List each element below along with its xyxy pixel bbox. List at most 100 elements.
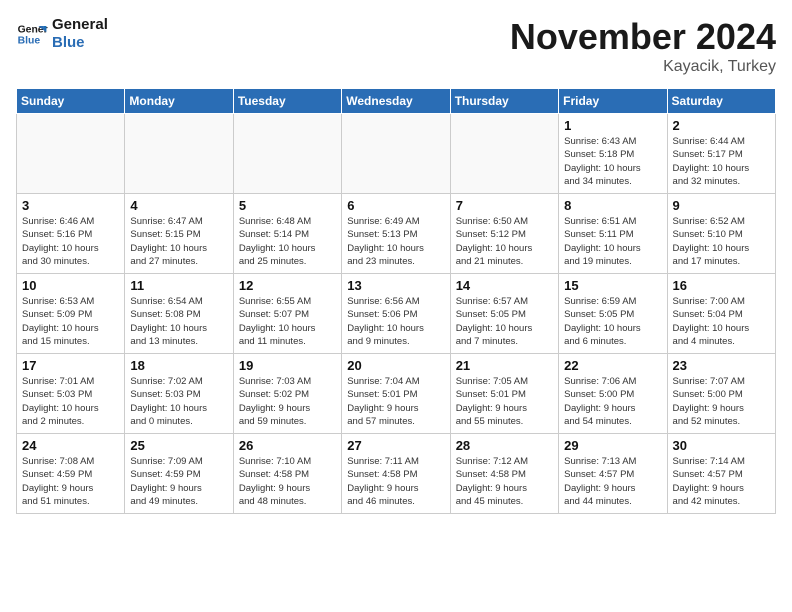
header: General Blue General Blue November 2024 … bbox=[16, 16, 776, 76]
title-area: November 2024 Kayacik, Turkey bbox=[510, 16, 776, 76]
calendar-cell: 12 Sunrise: 6:55 AMSunset: 5:07 PMDayligh… bbox=[233, 274, 341, 354]
day-info: Sunrise: 6:43 AMSunset: 5:18 PMDaylight:… bbox=[564, 135, 661, 188]
calendar-cell: 7 Sunrise: 6:50 AMSunset: 5:12 PMDaylight… bbox=[450, 194, 558, 274]
calendar-cell: 11 Sunrise: 6:54 AMSunset: 5:08 PMDayligh… bbox=[125, 274, 233, 354]
calendar-cell: 20Sunrise: 7:04 AMSunset: 5:01 PMDayligh… bbox=[342, 354, 450, 434]
calendar-week-row: 24Sunrise: 7:08 AMSunset: 4:59 PMDayligh… bbox=[17, 434, 776, 514]
day-info: Sunrise: 7:14 AMSunset: 4:57 PMDaylight:… bbox=[673, 455, 770, 508]
day-number: 22 bbox=[564, 358, 661, 373]
calendar-week-row: 3Sunrise: 6:46 AMSunset: 5:16 PMDaylight… bbox=[17, 194, 776, 274]
day-number: 26 bbox=[239, 438, 336, 453]
day-info: Sunrise: 6:50 AMSunset: 5:12 PMDaylight:… bbox=[456, 215, 553, 268]
weekday-header-row: SundayMondayTuesdayWednesdayThursdayFrid… bbox=[17, 89, 776, 114]
day-number: 12 bbox=[239, 278, 336, 293]
calendar-cell: 9 Sunrise: 6:52 AMSunset: 5:10 PMDaylight… bbox=[667, 194, 775, 274]
day-info: Sunrise: 7:13 AMSunset: 4:57 PMDaylight:… bbox=[564, 455, 661, 508]
day-info: Sunrise: 6:53 AMSunset: 5:09 PMDaylight:… bbox=[22, 295, 119, 348]
calendar-cell: 27 Sunrise: 7:11 AMSunset: 4:58 PMDayligh… bbox=[342, 434, 450, 514]
day-info: Sunrise: 6:59 AMSunset: 5:05 PMDaylight:… bbox=[564, 295, 661, 348]
day-info: Sunrise: 7:12 AMSunset: 4:58 PMDaylight:… bbox=[456, 455, 553, 508]
logo-line1: General bbox=[52, 16, 108, 34]
day-number: 2 bbox=[673, 118, 770, 133]
day-number: 25 bbox=[130, 438, 227, 453]
weekday-header-cell: Friday bbox=[559, 89, 667, 114]
calendar-cell: 30Sunrise: 7:14 AMSunset: 4:57 PMDayligh… bbox=[667, 434, 775, 514]
day-info: Sunrise: 7:03 AMSunset: 5:02 PMDaylight:… bbox=[239, 375, 336, 428]
calendar-cell: 28 Sunrise: 7:12 AMSunset: 4:58 PMDayligh… bbox=[450, 434, 558, 514]
day-number: 20 bbox=[347, 358, 444, 373]
calendar-cell: 2Sunrise: 6:44 AMSunset: 5:17 PMDaylight… bbox=[667, 114, 775, 194]
calendar-cell: 23 Sunrise: 7:07 AMSunset: 5:00 PMDayligh… bbox=[667, 354, 775, 434]
weekday-header-cell: Thursday bbox=[450, 89, 558, 114]
day-info: Sunrise: 7:05 AMSunset: 5:01 PMDaylight:… bbox=[456, 375, 553, 428]
day-info: Sunrise: 7:08 AMSunset: 4:59 PMDaylight:… bbox=[22, 455, 119, 508]
calendar-cell bbox=[233, 114, 341, 194]
day-info: Sunrise: 6:55 AMSunset: 5:07 PMDaylight:… bbox=[239, 295, 336, 348]
calendar-cell bbox=[342, 114, 450, 194]
day-info: Sunrise: 6:52 AMSunset: 5:10 PMDaylight:… bbox=[673, 215, 770, 268]
day-number: 6 bbox=[347, 198, 444, 213]
calendar-cell: 3Sunrise: 6:46 AMSunset: 5:16 PMDaylight… bbox=[17, 194, 125, 274]
day-info: Sunrise: 7:11 AMSunset: 4:58 PMDaylight:… bbox=[347, 455, 444, 508]
weekday-header-cell: Saturday bbox=[667, 89, 775, 114]
calendar-cell: 17Sunrise: 7:01 AMSunset: 5:03 PMDayligh… bbox=[17, 354, 125, 434]
calendar-cell: 10 Sunrise: 6:53 AMSunset: 5:09 PMDayligh… bbox=[17, 274, 125, 354]
day-number: 28 bbox=[456, 438, 553, 453]
calendar-cell: 25 Sunrise: 7:09 AMSunset: 4:59 PMDayligh… bbox=[125, 434, 233, 514]
day-info: Sunrise: 6:54 AMSunset: 5:08 PMDaylight:… bbox=[130, 295, 227, 348]
calendar-cell: 15 Sunrise: 6:59 AMSunset: 5:05 PMDayligh… bbox=[559, 274, 667, 354]
calendar-cell: 16Sunrise: 7:00 AMSunset: 5:04 PMDayligh… bbox=[667, 274, 775, 354]
calendar-cell bbox=[125, 114, 233, 194]
calendar-cell: 29 Sunrise: 7:13 AMSunset: 4:57 PMDayligh… bbox=[559, 434, 667, 514]
day-number: 4 bbox=[130, 198, 227, 213]
month-title: November 2024 bbox=[510, 16, 776, 58]
calendar-week-row: 1 Sunrise: 6:43 AMSunset: 5:18 PMDaylight… bbox=[17, 114, 776, 194]
day-number: 18 bbox=[130, 358, 227, 373]
day-info: Sunrise: 6:48 AMSunset: 5:14 PMDaylight:… bbox=[239, 215, 336, 268]
logo: General Blue General Blue bbox=[16, 16, 108, 52]
calendar-body: 1 Sunrise: 6:43 AMSunset: 5:18 PMDaylight… bbox=[17, 114, 776, 514]
day-info: Sunrise: 6:57 AMSunset: 5:05 PMDaylight:… bbox=[456, 295, 553, 348]
day-number: 11 bbox=[130, 278, 227, 293]
day-info: Sunrise: 6:56 AMSunset: 5:06 PMDaylight:… bbox=[347, 295, 444, 348]
calendar-cell: 19 Sunrise: 7:03 AMSunset: 5:02 PMDayligh… bbox=[233, 354, 341, 434]
calendar-cell: 18Sunrise: 7:02 AMSunset: 5:03 PMDayligh… bbox=[125, 354, 233, 434]
svg-text:Blue: Blue bbox=[18, 36, 41, 47]
day-info: Sunrise: 7:09 AMSunset: 4:59 PMDaylight:… bbox=[130, 455, 227, 508]
day-number: 23 bbox=[673, 358, 770, 373]
day-number: 21 bbox=[456, 358, 553, 373]
day-number: 1 bbox=[564, 118, 661, 133]
calendar-cell: 1 Sunrise: 6:43 AMSunset: 5:18 PMDaylight… bbox=[559, 114, 667, 194]
calendar-cell: 5Sunrise: 6:48 AMSunset: 5:14 PMDaylight… bbox=[233, 194, 341, 274]
calendar-week-row: 10 Sunrise: 6:53 AMSunset: 5:09 PMDayligh… bbox=[17, 274, 776, 354]
day-info: Sunrise: 6:51 AMSunset: 5:11 PMDaylight:… bbox=[564, 215, 661, 268]
day-info: Sunrise: 7:06 AMSunset: 5:00 PMDaylight:… bbox=[564, 375, 661, 428]
day-number: 8 bbox=[564, 198, 661, 213]
calendar-cell bbox=[17, 114, 125, 194]
weekday-header-cell: Sunday bbox=[17, 89, 125, 114]
day-number: 9 bbox=[673, 198, 770, 213]
day-info: Sunrise: 6:46 AMSunset: 5:16 PMDaylight:… bbox=[22, 215, 119, 268]
calendar-table: SundayMondayTuesdayWednesdayThursdayFrid… bbox=[16, 88, 776, 514]
day-info: Sunrise: 7:01 AMSunset: 5:03 PMDaylight:… bbox=[22, 375, 119, 428]
location-title: Kayacik, Turkey bbox=[510, 58, 776, 76]
day-number: 27 bbox=[347, 438, 444, 453]
day-info: Sunrise: 7:10 AMSunset: 4:58 PMDaylight:… bbox=[239, 455, 336, 508]
day-number: 19 bbox=[239, 358, 336, 373]
day-number: 13 bbox=[347, 278, 444, 293]
day-number: 29 bbox=[564, 438, 661, 453]
calendar-cell: 14 Sunrise: 6:57 AMSunset: 5:05 PMDayligh… bbox=[450, 274, 558, 354]
weekday-header-cell: Wednesday bbox=[342, 89, 450, 114]
calendar-cell: 26 Sunrise: 7:10 AMSunset: 4:58 PMDayligh… bbox=[233, 434, 341, 514]
day-number: 7 bbox=[456, 198, 553, 213]
day-info: Sunrise: 7:00 AMSunset: 5:04 PMDaylight:… bbox=[673, 295, 770, 348]
day-number: 15 bbox=[564, 278, 661, 293]
day-number: 14 bbox=[456, 278, 553, 293]
calendar-cell: 8 Sunrise: 6:51 AMSunset: 5:11 PMDaylight… bbox=[559, 194, 667, 274]
day-info: Sunrise: 7:07 AMSunset: 5:00 PMDaylight:… bbox=[673, 375, 770, 428]
weekday-header-cell: Tuesday bbox=[233, 89, 341, 114]
calendar-cell: 22 Sunrise: 7:06 AMSunset: 5:00 PMDayligh… bbox=[559, 354, 667, 434]
day-number: 10 bbox=[22, 278, 119, 293]
calendar-cell: 4Sunrise: 6:47 AMSunset: 5:15 PMDaylight… bbox=[125, 194, 233, 274]
logo-line2: Blue bbox=[52, 34, 108, 52]
